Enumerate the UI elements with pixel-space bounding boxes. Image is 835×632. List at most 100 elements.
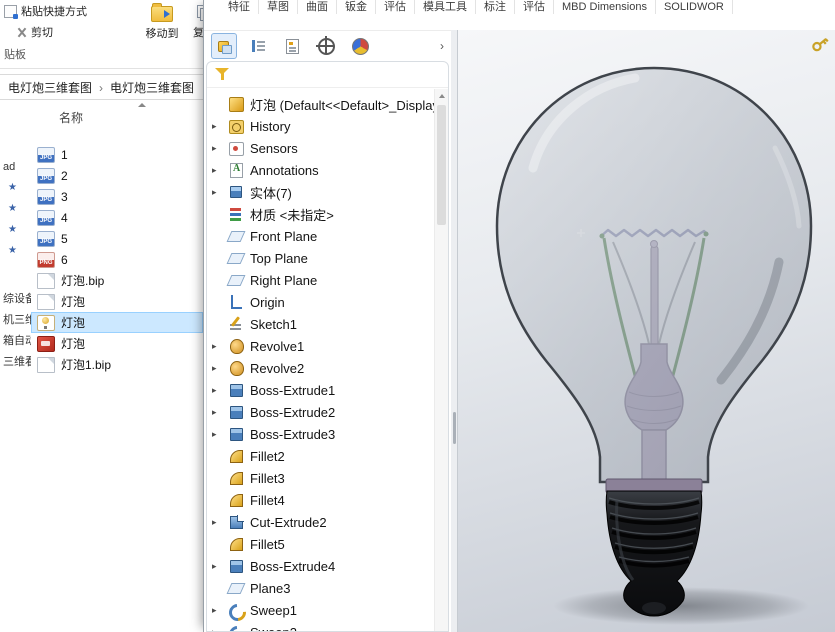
copy-to-button[interactable]: 复制	[182, 3, 203, 63]
file-row[interactable]: 灯泡	[31, 333, 203, 354]
configurationmanager-tab[interactable]	[279, 33, 305, 59]
tree-item[interactable]: Fillet3	[207, 467, 435, 489]
file-type-badge: JPG	[38, 218, 54, 225]
paste-shortcut-button[interactable]: 粘贴快捷方式	[4, 3, 87, 19]
sidebar-item[interactable]	[0, 261, 31, 287]
tree-item[interactable]: Revolve2	[207, 357, 435, 379]
tree-filter-input[interactable]	[236, 67, 440, 83]
file-row[interactable]: 灯泡	[31, 312, 203, 333]
panel-splitter[interactable]	[451, 30, 458, 632]
sidebar-item[interactable]	[0, 219, 31, 240]
command-tab[interactable]: 特征	[220, 0, 259, 14]
tree-item-label: Right Plane	[250, 273, 317, 288]
propertymanager-tab[interactable]	[245, 33, 271, 59]
file-type-badge: JPG	[38, 197, 54, 204]
tree-item[interactable]: Boss-Extrude2	[207, 401, 435, 423]
file-row[interactable]: JPG 5	[31, 228, 203, 249]
tree-item[interactable]: Fillet5	[207, 533, 435, 555]
tree-item[interactable]: Sketch1	[207, 313, 435, 335]
tree-item[interactable]: Plane3	[207, 577, 435, 599]
sidebar-item[interactable]: 箱自动	[0, 329, 31, 350]
breadcrumb-segment[interactable]: 电灯炮三维套图	[110, 79, 194, 96]
panel-expand-chevron-icon[interactable]: ›	[440, 40, 444, 52]
sidebar-item[interactable]	[0, 240, 31, 261]
tree-item[interactable]: Sensors	[207, 137, 435, 159]
file-row[interactable]: 灯泡.bip	[31, 270, 203, 291]
file-name: 灯泡.bip	[61, 272, 104, 289]
column-header-name[interactable]: 名称	[31, 106, 203, 128]
command-tab[interactable]: 评估	[515, 0, 554, 14]
expand-arrow-icon[interactable]	[207, 562, 226, 571]
file-row[interactable]: JPG 1	[31, 144, 203, 165]
tree-item[interactable]: Boss-Extrude4	[207, 555, 435, 577]
tree-item[interactable]: Sweep2	[207, 621, 435, 631]
tree-item[interactable]: Revolve1	[207, 335, 435, 357]
expand-arrow-icon[interactable]	[207, 166, 226, 175]
tree-item[interactable]: Cut-Extrude2	[207, 511, 435, 533]
command-tab[interactable]: 标注	[476, 0, 515, 14]
tree-root-item[interactable]: 灯泡 (Default<<Default>_Display	[207, 93, 435, 115]
file-row[interactable]: 灯泡	[31, 291, 203, 312]
sidebar-item[interactable]: 三维看	[0, 350, 31, 371]
sidebar-item[interactable]	[0, 198, 31, 219]
file-name: 灯泡	[61, 314, 85, 331]
3d-viewport[interactable]	[457, 30, 835, 632]
sort-ascending-icon[interactable]	[138, 103, 146, 107]
expand-arrow-icon[interactable]	[207, 408, 226, 417]
file-row[interactable]: JPG 3	[31, 186, 203, 207]
tree-item[interactable]: Sweep1	[207, 599, 435, 621]
sidebar-item[interactable]: 机三维	[0, 308, 31, 329]
sidebar-item[interactable]: ad	[0, 156, 31, 177]
command-tab[interactable]: SOLIDWOR	[656, 0, 733, 14]
move-folder-icon	[151, 6, 173, 22]
displaymanager-tab[interactable]	[347, 33, 373, 59]
cut-button[interactable]: 剪切	[16, 24, 53, 40]
command-tab[interactable]: 评估	[376, 0, 415, 14]
file-row[interactable]: PNG 6	[31, 249, 203, 270]
filter-funnel-icon[interactable]	[215, 68, 229, 81]
configurationmanager-icon	[286, 39, 299, 54]
scroll-up-icon[interactable]	[435, 89, 448, 102]
tree-item[interactable]: Boss-Extrude1	[207, 379, 435, 401]
expand-arrow-icon[interactable]	[207, 518, 226, 527]
command-tab[interactable]: MBD Dimensions	[554, 0, 656, 14]
move-to-button[interactable]: 移动到	[140, 3, 184, 63]
expand-arrow-icon[interactable]	[207, 342, 226, 351]
command-tab[interactable]: 曲面	[298, 0, 337, 14]
tree-item[interactable]: 材质 <未指定>	[207, 203, 435, 225]
expand-arrow-icon[interactable]	[207, 364, 226, 373]
tree-item[interactable]: Fillet2	[207, 445, 435, 467]
dimxpertmanager-tab[interactable]	[313, 33, 339, 59]
scrollbar-thumb[interactable]	[437, 105, 446, 225]
tree-scrollbar[interactable]	[434, 89, 448, 631]
sidebar-item[interactable]	[0, 177, 31, 198]
tree-item[interactable]: Right Plane	[207, 269, 435, 291]
feature-manager-panel: › 灯泡 (Default<<Default>_Display	[204, 30, 451, 632]
expand-arrow-icon[interactable]	[207, 188, 226, 197]
sidebar-item[interactable]: 综设备	[0, 287, 31, 308]
tree-item[interactable]: 实体(7)	[207, 181, 435, 203]
tree-item[interactable]: Boss-Extrude3	[207, 423, 435, 445]
tree-item[interactable]: Annotations	[207, 159, 435, 181]
splitter-grip[interactable]	[453, 412, 456, 444]
command-tab[interactable]: 模具工具	[415, 0, 476, 14]
tree-item[interactable]: Top Plane	[207, 247, 435, 269]
featuremanager-tree-tab[interactable]	[211, 33, 237, 59]
file-row[interactable]: JPG 2	[31, 165, 203, 186]
tree-item[interactable]: Origin	[207, 291, 435, 313]
expand-arrow-icon[interactable]	[207, 606, 226, 615]
expand-arrow-icon[interactable]	[207, 386, 226, 395]
breadcrumb-segment[interactable]: 电灯炮三维套图	[8, 79, 110, 96]
tree-item[interactable]: Fillet4	[207, 489, 435, 511]
tree-item[interactable]: History	[207, 115, 435, 137]
expand-arrow-icon[interactable]	[207, 122, 226, 131]
tree-item[interactable]: Front Plane	[207, 225, 435, 247]
command-tab[interactable]: 钣金	[337, 0, 376, 14]
file-row[interactable]: JPG 4	[31, 207, 203, 228]
command-tab[interactable]: 草图	[259, 0, 298, 14]
file-row[interactable]: 灯泡1.bip	[31, 354, 203, 375]
expand-arrow-icon[interactable]	[207, 628, 226, 632]
tree-item-label: Plane3	[250, 581, 290, 596]
expand-arrow-icon[interactable]	[207, 144, 226, 153]
expand-arrow-icon[interactable]	[207, 430, 226, 439]
